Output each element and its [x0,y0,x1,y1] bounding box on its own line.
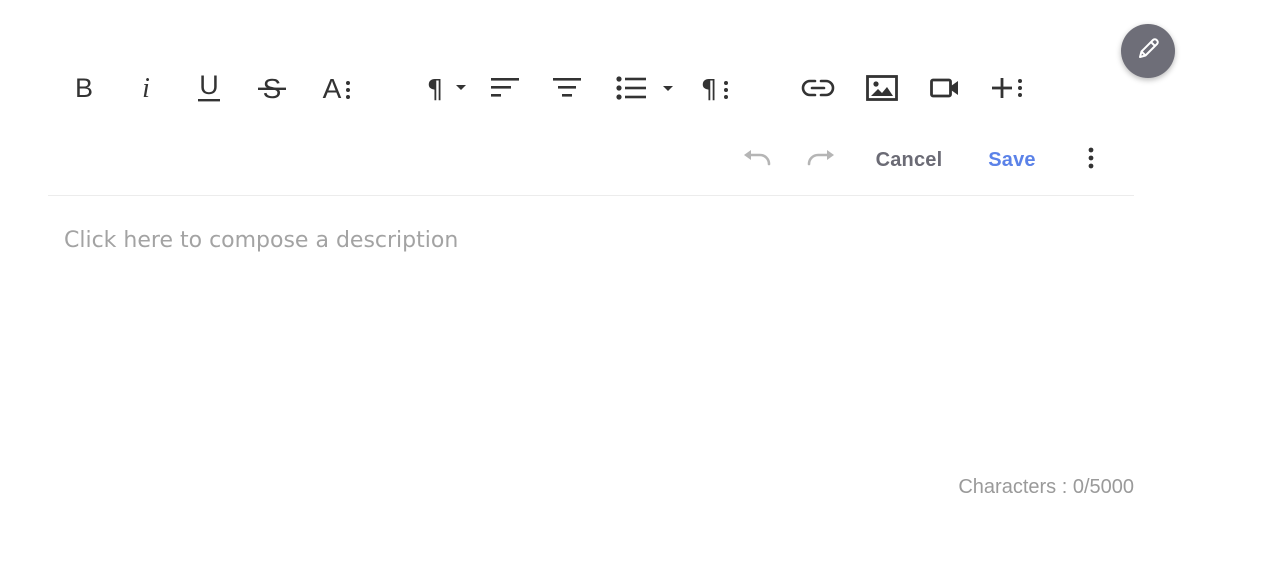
undo-icon [742,149,772,172]
image-icon [866,75,898,101]
more-options-button[interactable] [1078,138,1104,182]
bold-glyph: B [75,74,93,102]
paragraph-more-button[interactable]: ¶ [696,68,732,108]
text-style-more-icon: A [320,74,352,102]
rich-text-editor: B i U S A ¶ ¶ Cancel Save Click here to … [48,56,1134,516]
text-style-glyph: A [323,74,342,102]
save-button[interactable]: Save [980,138,1044,182]
bulleted-list-icon [615,75,677,101]
insert-link-button[interactable] [800,68,836,108]
compose-placeholder: Click here to compose a description [64,228,459,253]
insert-more-button[interactable] [990,68,1026,108]
paragraph-format-dropdown[interactable]: ¶ [422,68,470,108]
underline-icon: U [196,72,222,104]
text-style-more-button[interactable]: A [318,68,354,108]
strikethrough-icon: S [257,73,287,103]
paragraph-glyph: ¶ [427,75,444,103]
more-vertical-icon [1087,146,1095,175]
toolbar-divider [48,195,1134,196]
undo-button[interactable] [738,138,776,182]
chevron-down-icon [663,86,673,91]
italic-button[interactable]: i [130,68,162,108]
insert-image-button[interactable] [864,68,900,108]
link-icon [801,77,835,99]
paragraph-icon: ¶ [423,73,469,103]
editor-action-bar: Cancel Save [48,138,1134,182]
redo-icon [806,149,836,172]
pencil-icon [1134,35,1162,68]
cancel-button[interactable]: Cancel [864,138,954,182]
insert-video-button[interactable] [928,68,962,108]
paragraph-more-glyph: ¶ [701,75,718,102]
description-compose-area[interactable]: Click here to compose a description [64,228,1124,448]
plus-more-icon [991,75,1025,101]
chevron-down-icon [456,85,466,90]
bulleted-list-dropdown[interactable] [614,68,678,108]
align-left-icon [490,76,520,100]
align-center-button[interactable] [550,68,584,108]
bold-icon: B [72,74,96,102]
strikethrough-button[interactable]: S [256,68,288,108]
align-center-icon [552,76,582,100]
video-icon [930,77,960,99]
italic-glyph: i [142,74,150,102]
paragraph-more-icon: ¶ [698,74,730,102]
edit-fab-button[interactable] [1121,24,1175,78]
underline-button[interactable]: U [192,68,226,108]
redo-button[interactable] [802,138,840,182]
formatting-toolbar: B i U S A ¶ ¶ [48,56,1134,120]
italic-icon: i [134,74,158,102]
character-counter: Characters : 0/5000 [958,476,1134,498]
bold-button[interactable]: B [68,68,100,108]
underline-glyph: U [199,72,219,100]
align-left-button[interactable] [488,68,522,108]
